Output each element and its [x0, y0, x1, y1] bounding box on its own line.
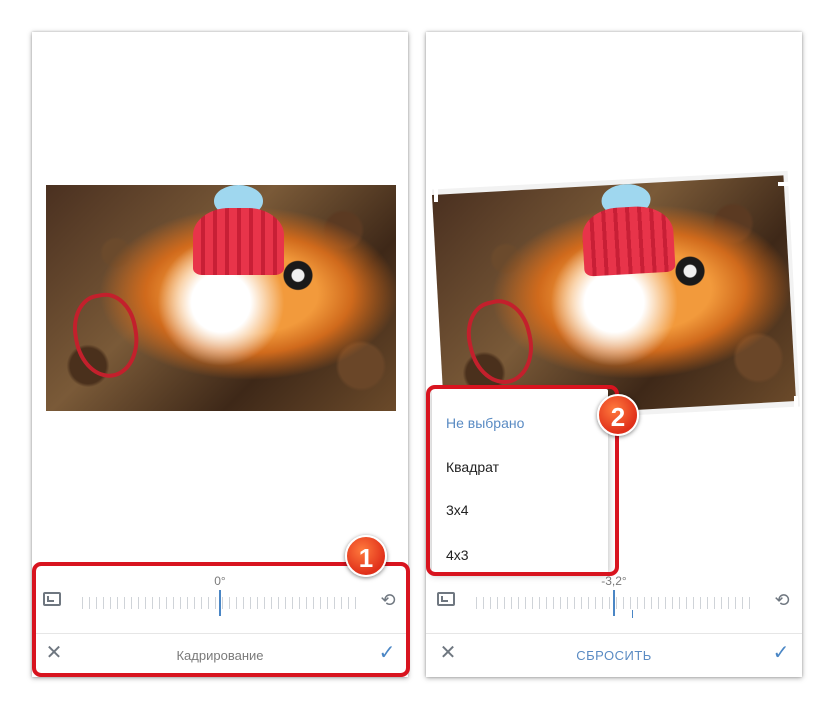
rotation-angle-label: 0°	[214, 574, 226, 588]
rotation-slider-marker[interactable]	[219, 590, 221, 616]
rotation-slider[interactable]	[476, 590, 752, 618]
hat-sticker	[580, 204, 676, 277]
check-icon[interactable]: ✓	[376, 642, 398, 664]
crop-handle-bottom-right[interactable]	[778, 396, 798, 416]
step-badge-1: 1	[345, 535, 387, 577]
rotation-slider-marker[interactable]	[632, 610, 633, 618]
close-icon[interactable]: ✕	[438, 642, 458, 664]
menu-item-square[interactable]: Квадрат	[446, 459, 499, 475]
rotation-slider[interactable]	[82, 590, 358, 616]
close-icon[interactable]: ✕	[44, 642, 64, 664]
bottom-bar: ✕ СБРОСИТЬ ✓	[426, 635, 802, 677]
rotation-controls: ⟲	[426, 590, 802, 628]
crop-title: Кадрирование	[176, 648, 264, 663]
divider	[32, 633, 408, 634]
crop-handle-top-right[interactable]	[382, 181, 402, 201]
aspect-ratio-icon[interactable]	[43, 592, 61, 606]
fox-photo-rotated	[431, 175, 797, 421]
rotate-icon[interactable]: ⟲	[378, 590, 398, 610]
heart-drawing	[459, 293, 542, 391]
crop-handle-top-left[interactable]	[434, 182, 454, 202]
rotation-controls: ⟲	[32, 590, 408, 628]
fox-photo	[46, 185, 396, 411]
rotation-angle-label: -3,2°	[601, 574, 627, 588]
right-phone-screen: -3,2° ⟲ ✕ СБРОСИТЬ ✓ Не выбрано Квадрат …	[426, 32, 802, 677]
menu-item-none[interactable]: Не выбрано	[446, 415, 524, 431]
aspect-ratio-menu: Не выбрано Квадрат 3x4 4x3	[432, 389, 608, 573]
crop-handle-bottom-left[interactable]	[42, 399, 62, 419]
step-badge-2: 2	[597, 394, 639, 436]
menu-item-4x3[interactable]: 4x3	[446, 547, 469, 563]
rotation-slider-center	[613, 590, 615, 616]
left-phone-screen: 0° ⟲ ✕ Кадрирование ✓	[32, 32, 408, 677]
reset-button[interactable]: СБРОСИТЬ	[486, 648, 742, 663]
heart-drawing	[67, 288, 145, 384]
check-icon[interactable]: ✓	[770, 642, 792, 664]
bottom-bar: ✕ Кадрирование ✓	[32, 635, 408, 677]
aspect-ratio-icon[interactable]	[437, 592, 455, 606]
hat-sticker	[193, 207, 284, 276]
divider	[426, 633, 802, 634]
crop-handle-top-right[interactable]	[778, 182, 798, 202]
crop-handle-top-left[interactable]	[42, 181, 62, 201]
rotate-icon[interactable]: ⟲	[772, 590, 792, 610]
crop-handle-bottom-right[interactable]	[382, 399, 402, 419]
menu-item-3x4[interactable]: 3x4	[446, 502, 469, 518]
